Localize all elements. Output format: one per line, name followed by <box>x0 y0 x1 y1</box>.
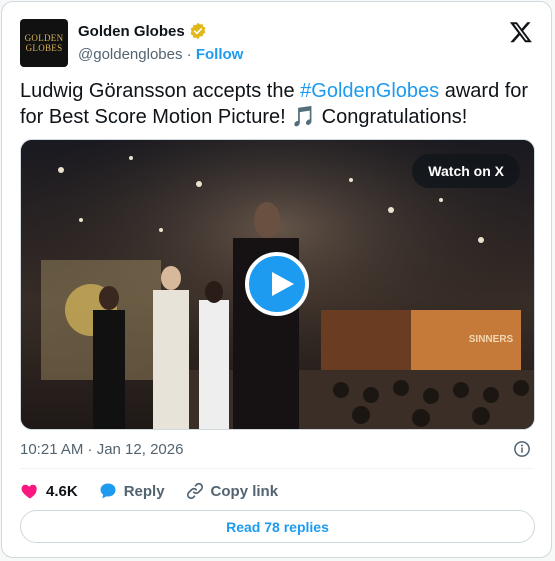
watch-on-x-button[interactable]: Watch on X <box>412 154 520 188</box>
avatar-text-line2: GLOBES <box>25 43 63 53</box>
divider <box>20 468 533 469</box>
reply-label: Reply <box>123 482 165 500</box>
link-icon <box>186 482 203 500</box>
action-bar: 4.6K Reply Copy link <box>20 480 298 502</box>
info-icon[interactable] <box>513 440 531 458</box>
handle-separator: · <box>186 46 192 63</box>
tweet-card: GOLDEN GLOBES Golden Globes @goldenglobe… <box>1 1 552 558</box>
screen-caption: SINNERS <box>469 334 514 345</box>
follow-button[interactable]: Follow <box>196 46 244 63</box>
like-count: 4.6K <box>46 482 78 500</box>
video-player[interactable]: SINNERS Watch on X <box>20 139 535 430</box>
account-handle[interactable]: @goldenglobes <box>78 46 182 63</box>
copy-link-label: Copy link <box>210 482 279 500</box>
reply-button[interactable]: Reply <box>98 481 165 501</box>
tweet-text-part1: Ludwig Göransson accepts the <box>20 80 301 102</box>
reply-bubble-icon <box>100 483 116 499</box>
heart-icon <box>21 484 37 499</box>
account-name-row: Golden Globes <box>78 22 207 40</box>
read-replies-button[interactable]: Read 78 replies <box>20 510 535 543</box>
verified-badge-icon <box>190 22 206 40</box>
tweet-text: Ludwig Göransson accepts the #GoldenGlob… <box>20 78 535 130</box>
tweet-timestamp[interactable]: 10:21 AM · Jan 12, 2026 <box>20 441 183 458</box>
x-logo-icon[interactable] <box>509 20 533 44</box>
play-icon[interactable] <box>245 252 309 316</box>
copy-link-button[interactable]: Copy link <box>185 481 279 501</box>
like-button[interactable]: 4.6K <box>20 481 78 501</box>
handle-row: @goldenglobes · Follow <box>78 46 243 63</box>
avatar-text-line1: GOLDEN <box>24 33 64 43</box>
avatar[interactable]: GOLDEN GLOBES <box>20 19 68 67</box>
hashtag-link[interactable]: #GoldenGlobes <box>300 80 439 102</box>
account-name[interactable]: Golden Globes <box>78 23 185 40</box>
